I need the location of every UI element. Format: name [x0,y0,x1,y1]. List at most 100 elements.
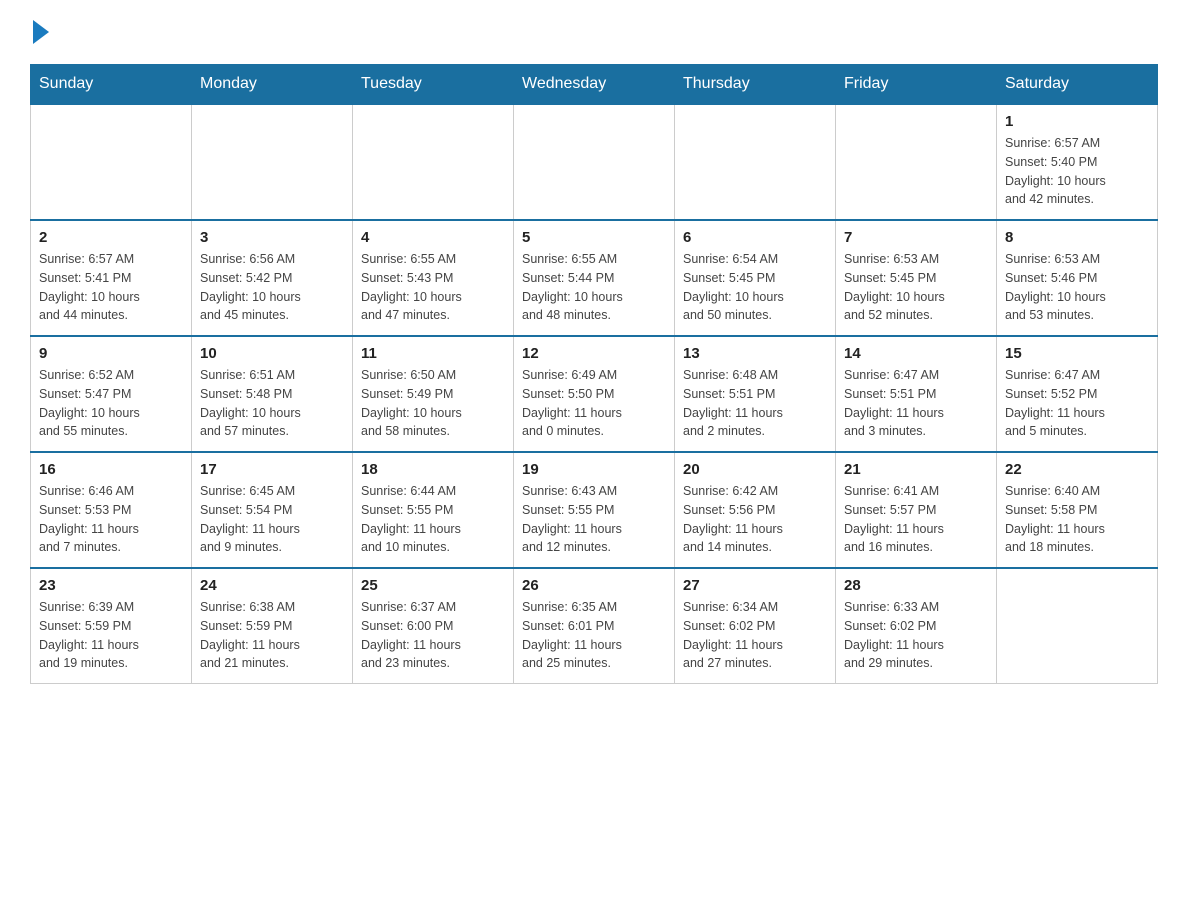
day-info: Sunrise: 6:37 AM Sunset: 6:00 PM Dayligh… [361,598,505,673]
day-info: Sunrise: 6:53 AM Sunset: 5:45 PM Dayligh… [844,250,988,325]
day-info: Sunrise: 6:54 AM Sunset: 5:45 PM Dayligh… [683,250,827,325]
day-number: 4 [361,229,505,246]
calendar-cell: 24 Sunrise: 6:38 AM Sunset: 5:59 PM Dayli… [192,568,353,684]
calendar-cell [31,104,192,220]
day-number: 23 [39,577,183,594]
weekday-header-friday: Friday [836,65,997,105]
day-number: 9 [39,345,183,362]
logo-arrow-icon [33,20,49,44]
calendar-cell: 27 Sunrise: 6:34 AM Sunset: 6:02 PM Dayli… [675,568,836,684]
day-number: 13 [683,345,827,362]
calendar-table: SundayMondayTuesdayWednesdayThursdayFrid… [30,64,1158,684]
calendar-cell: 4 Sunrise: 6:55 AM Sunset: 5:43 PM Daylig… [353,220,514,336]
day-info: Sunrise: 6:55 AM Sunset: 5:44 PM Dayligh… [522,250,666,325]
calendar-cell [836,104,997,220]
weekday-header-monday: Monday [192,65,353,105]
day-number: 27 [683,577,827,594]
calendar-cell: 12Sunrise: 6:49 AM Sunset: 5:50 PM Dayli… [514,336,675,452]
day-info: Sunrise: 6:39 AM Sunset: 5:59 PM Dayligh… [39,598,183,673]
day-info: Sunrise: 6:57 AM Sunset: 5:40 PM Dayligh… [1005,134,1149,209]
day-info: Sunrise: 6:56 AM Sunset: 5:42 PM Dayligh… [200,250,344,325]
day-number: 22 [1005,461,1149,478]
day-number: 10 [200,345,344,362]
calendar-cell: 13 Sunrise: 6:48 AM Sunset: 5:51 PM Dayli… [675,336,836,452]
day-info: Sunrise: 6:57 AM Sunset: 5:41 PM Dayligh… [39,250,183,325]
day-number: 28 [844,577,988,594]
calendar-cell [353,104,514,220]
day-number: 19 [522,461,666,478]
day-number: 3 [200,229,344,246]
day-info: Sunrise: 6:42 AM Sunset: 5:56 PM Dayligh… [683,482,827,557]
calendar-cell: 6 Sunrise: 6:54 AM Sunset: 5:45 PM Daylig… [675,220,836,336]
calendar-cell [997,568,1158,684]
page-header [30,20,1158,44]
day-number: 26 [522,577,666,594]
calendar-cell: 26Sunrise: 6:35 AM Sunset: 6:01 PM Dayli… [514,568,675,684]
calendar-cell [675,104,836,220]
calendar-cell: 7 Sunrise: 6:53 AM Sunset: 5:45 PM Daylig… [836,220,997,336]
day-number: 5 [522,229,666,246]
calendar-cell: 19 Sunrise: 6:43 AM Sunset: 5:55 PM Dayli… [514,452,675,568]
calendar-cell: 16Sunrise: 6:46 AM Sunset: 5:53 PM Dayli… [31,452,192,568]
day-number: 11 [361,345,505,362]
calendar-cell: 28 Sunrise: 6:33 AM Sunset: 6:02 PM Dayli… [836,568,997,684]
day-number: 7 [844,229,988,246]
day-number: 14 [844,345,988,362]
calendar-week-2: 2Sunrise: 6:57 AM Sunset: 5:41 PM Daylig… [31,220,1158,336]
day-info: Sunrise: 6:33 AM Sunset: 6:02 PM Dayligh… [844,598,988,673]
logo [30,20,49,44]
calendar-cell: 20 Sunrise: 6:42 AM Sunset: 5:56 PM Dayli… [675,452,836,568]
day-info: Sunrise: 6:40 AM Sunset: 5:58 PM Dayligh… [1005,482,1149,557]
calendar-cell: 1 Sunrise: 6:57 AM Sunset: 5:40 PM Daylig… [997,104,1158,220]
calendar-cell: 11 Sunrise: 6:50 AM Sunset: 5:49 PM Dayli… [353,336,514,452]
weekday-header-thursday: Thursday [675,65,836,105]
weekday-header-saturday: Saturday [997,65,1158,105]
day-number: 18 [361,461,505,478]
day-info: Sunrise: 6:53 AM Sunset: 5:46 PM Dayligh… [1005,250,1149,325]
calendar-cell: 22 Sunrise: 6:40 AM Sunset: 5:58 PM Dayli… [997,452,1158,568]
calendar-cell: 10 Sunrise: 6:51 AM Sunset: 5:48 PM Dayli… [192,336,353,452]
day-info: Sunrise: 6:38 AM Sunset: 5:59 PM Dayligh… [200,598,344,673]
calendar-cell: 2Sunrise: 6:57 AM Sunset: 5:41 PM Daylig… [31,220,192,336]
day-info: Sunrise: 6:50 AM Sunset: 5:49 PM Dayligh… [361,366,505,441]
day-number: 16 [39,461,183,478]
day-number: 15 [1005,345,1149,362]
calendar-cell: 14Sunrise: 6:47 AM Sunset: 5:51 PM Dayli… [836,336,997,452]
calendar-cell: 9 Sunrise: 6:52 AM Sunset: 5:47 PM Daylig… [31,336,192,452]
day-info: Sunrise: 6:48 AM Sunset: 5:51 PM Dayligh… [683,366,827,441]
day-info: Sunrise: 6:43 AM Sunset: 5:55 PM Dayligh… [522,482,666,557]
calendar-cell [192,104,353,220]
calendar-cell: 23 Sunrise: 6:39 AM Sunset: 5:59 PM Dayli… [31,568,192,684]
day-number: 1 [1005,113,1149,130]
day-number: 20 [683,461,827,478]
calendar-week-5: 23 Sunrise: 6:39 AM Sunset: 5:59 PM Dayli… [31,568,1158,684]
calendar-cell: 17 Sunrise: 6:45 AM Sunset: 5:54 PM Dayli… [192,452,353,568]
day-info: Sunrise: 6:55 AM Sunset: 5:43 PM Dayligh… [361,250,505,325]
day-info: Sunrise: 6:52 AM Sunset: 5:47 PM Dayligh… [39,366,183,441]
calendar-cell [514,104,675,220]
day-number: 25 [361,577,505,594]
calendar-cell: 3 Sunrise: 6:56 AM Sunset: 5:42 PM Daylig… [192,220,353,336]
day-number: 24 [200,577,344,594]
day-number: 12 [522,345,666,362]
calendar-cell: 5 Sunrise: 6:55 AM Sunset: 5:44 PM Daylig… [514,220,675,336]
calendar-cell: 21 Sunrise: 6:41 AM Sunset: 5:57 PM Dayli… [836,452,997,568]
calendar-cell: 25 Sunrise: 6:37 AM Sunset: 6:00 PM Dayli… [353,568,514,684]
day-info: Sunrise: 6:41 AM Sunset: 5:57 PM Dayligh… [844,482,988,557]
day-number: 17 [200,461,344,478]
day-number: 21 [844,461,988,478]
day-number: 8 [1005,229,1149,246]
calendar-week-4: 16Sunrise: 6:46 AM Sunset: 5:53 PM Dayli… [31,452,1158,568]
day-info: Sunrise: 6:47 AM Sunset: 5:52 PM Dayligh… [1005,366,1149,441]
weekday-header-wednesday: Wednesday [514,65,675,105]
weekday-header-sunday: Sunday [31,65,192,105]
calendar-week-3: 9 Sunrise: 6:52 AM Sunset: 5:47 PM Daylig… [31,336,1158,452]
day-info: Sunrise: 6:34 AM Sunset: 6:02 PM Dayligh… [683,598,827,673]
day-number: 6 [683,229,827,246]
weekday-header-tuesday: Tuesday [353,65,514,105]
day-info: Sunrise: 6:45 AM Sunset: 5:54 PM Dayligh… [200,482,344,557]
calendar-cell: 8 Sunrise: 6:53 AM Sunset: 5:46 PM Daylig… [997,220,1158,336]
day-info: Sunrise: 6:51 AM Sunset: 5:48 PM Dayligh… [200,366,344,441]
calendar-cell: 15 Sunrise: 6:47 AM Sunset: 5:52 PM Dayli… [997,336,1158,452]
calendar-cell: 18Sunrise: 6:44 AM Sunset: 5:55 PM Dayli… [353,452,514,568]
